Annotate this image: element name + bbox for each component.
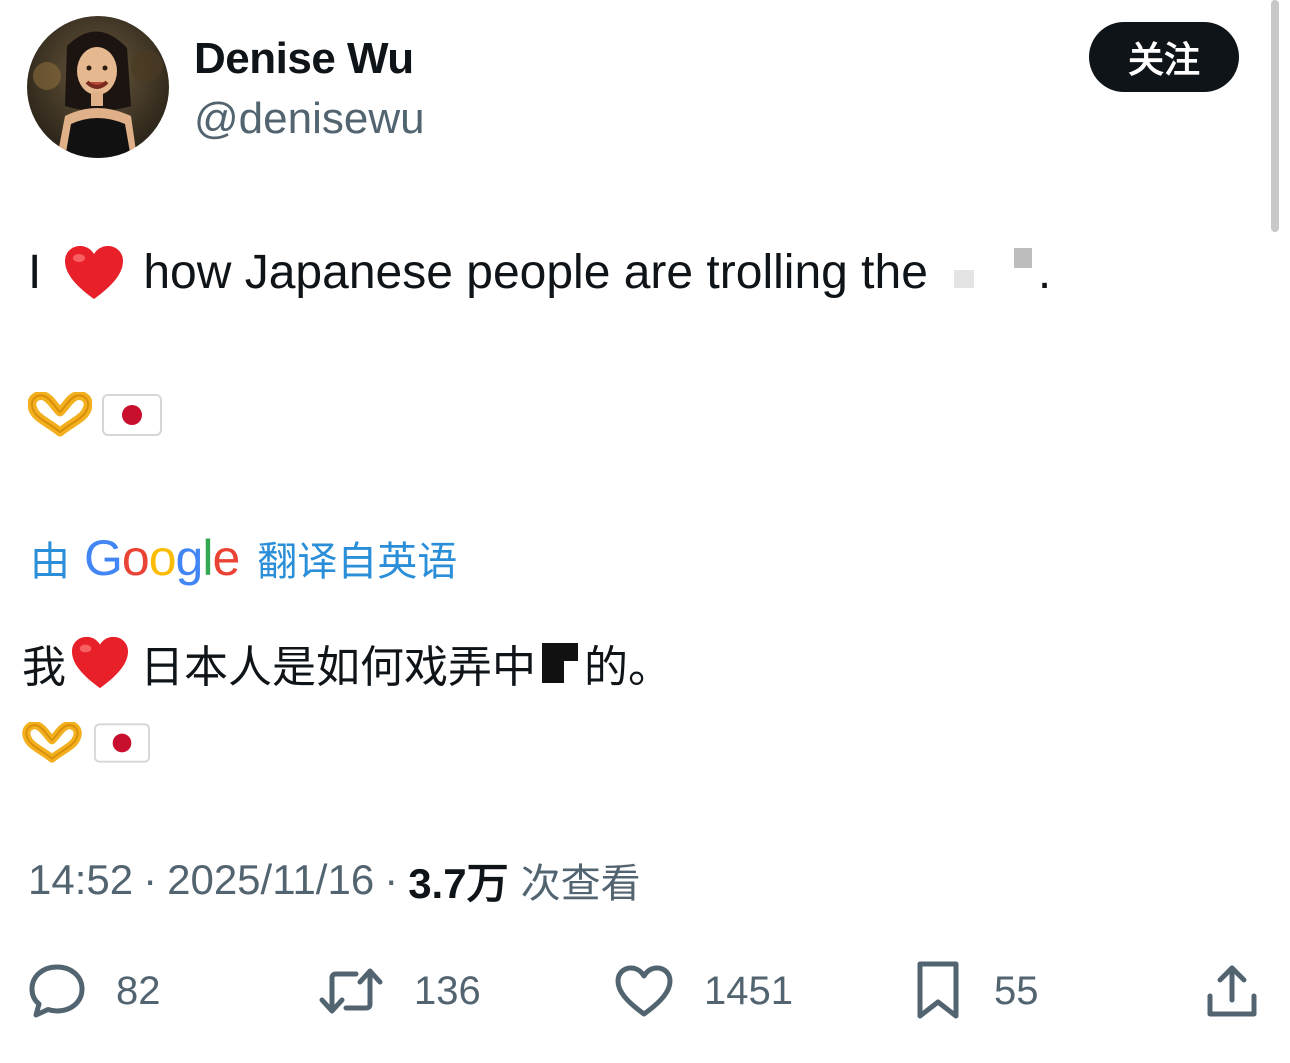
avatar-image xyxy=(27,16,169,158)
red-heart-emoji xyxy=(70,635,130,691)
red-heart-emoji xyxy=(63,244,125,302)
japan-flag-emoji xyxy=(102,394,162,441)
translated-text-end: 的。 xyxy=(584,642,672,693)
tweet-text-end: . xyxy=(1037,246,1052,299)
emoji-row xyxy=(22,721,150,769)
user-handle[interactable]: @denisewu xyxy=(194,94,425,144)
translation-suffix: 翻译自英语 xyxy=(257,539,458,585)
translated-text: 我 日本人是如何戏弄中 的。 xyxy=(22,630,672,696)
translated-text-start: 我 xyxy=(22,642,66,693)
bookmark-button[interactable]: 55 xyxy=(912,958,1039,1024)
display-name[interactable]: Denise Wu xyxy=(194,34,414,84)
follow-button[interactable]: 关注 xyxy=(1089,22,1239,92)
meta-separator: · xyxy=(143,856,158,903)
translated-text-rest: 日本人是如何戏弄中 xyxy=(140,642,536,693)
heart-hands-emoji xyxy=(22,721,82,769)
tweet-date[interactable]: 2025/11/16 xyxy=(167,856,374,904)
views-count: 3.7万 xyxy=(408,859,509,907)
reply-count: 82 xyxy=(116,968,161,1013)
tweet-text-rest: how Japanese people are trolling the xyxy=(143,246,928,299)
redacted-text xyxy=(540,641,580,685)
redacted-text xyxy=(928,240,1038,306)
like-button[interactable]: 1451 xyxy=(614,958,793,1024)
emoji-row xyxy=(27,391,162,443)
retweet-button[interactable]: 136 xyxy=(318,958,481,1024)
bookmark-count: 55 xyxy=(994,968,1039,1013)
google-logo: Google xyxy=(84,530,240,586)
views-label: 次查看 xyxy=(520,861,641,907)
heart-icon xyxy=(614,964,674,1018)
retweet-count: 136 xyxy=(414,968,481,1013)
share-icon xyxy=(1204,962,1260,1020)
heart-hands-emoji xyxy=(27,391,93,443)
tweet-time[interactable]: 14:52 xyxy=(28,856,133,904)
translation-attribution[interactable]: 由 Google 翻译自英语 xyxy=(30,530,457,586)
reply-button[interactable]: 82 xyxy=(28,958,161,1024)
avatar[interactable] xyxy=(27,16,169,158)
reply-icon xyxy=(28,963,86,1019)
translation-prefix: 由 xyxy=(30,539,70,585)
meta-separator: · xyxy=(384,856,399,903)
tweet-meta: 14:52 · 2025/11/16 · 3.7万 次查看 xyxy=(28,852,641,908)
share-button[interactable] xyxy=(1204,958,1260,1024)
bookmark-icon xyxy=(912,960,964,1022)
retweet-icon xyxy=(318,966,384,1016)
like-count: 1451 xyxy=(704,968,793,1013)
scrollbar[interactable] xyxy=(1271,0,1279,232)
japan-flag-emoji xyxy=(94,723,150,768)
tweet-text: I how Japanese people are trolling the . xyxy=(28,240,1051,306)
tweet-text-start: I xyxy=(28,246,42,299)
